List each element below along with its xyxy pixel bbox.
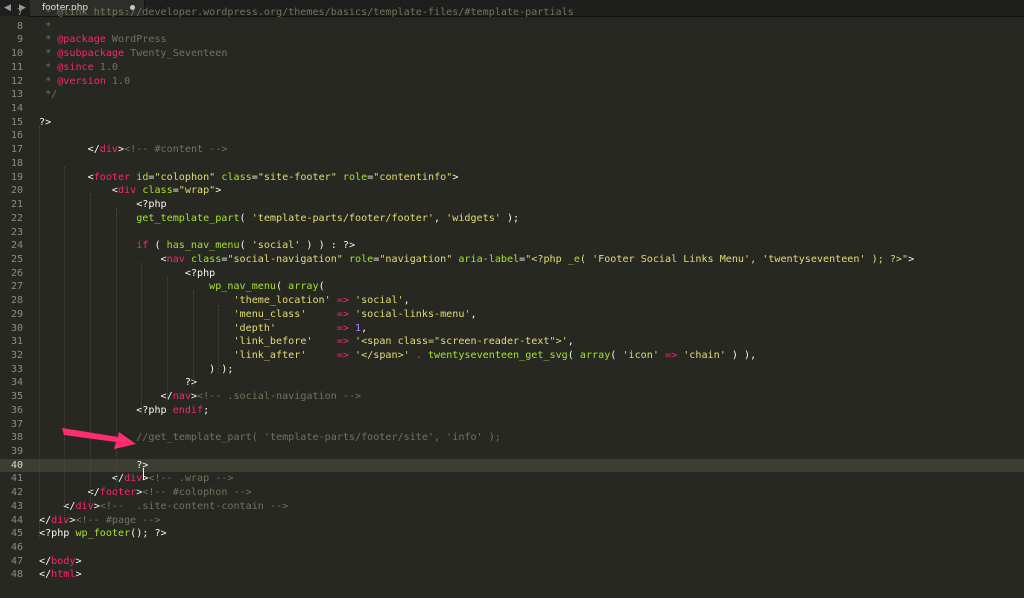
annotation-arrow-icon xyxy=(62,428,136,449)
